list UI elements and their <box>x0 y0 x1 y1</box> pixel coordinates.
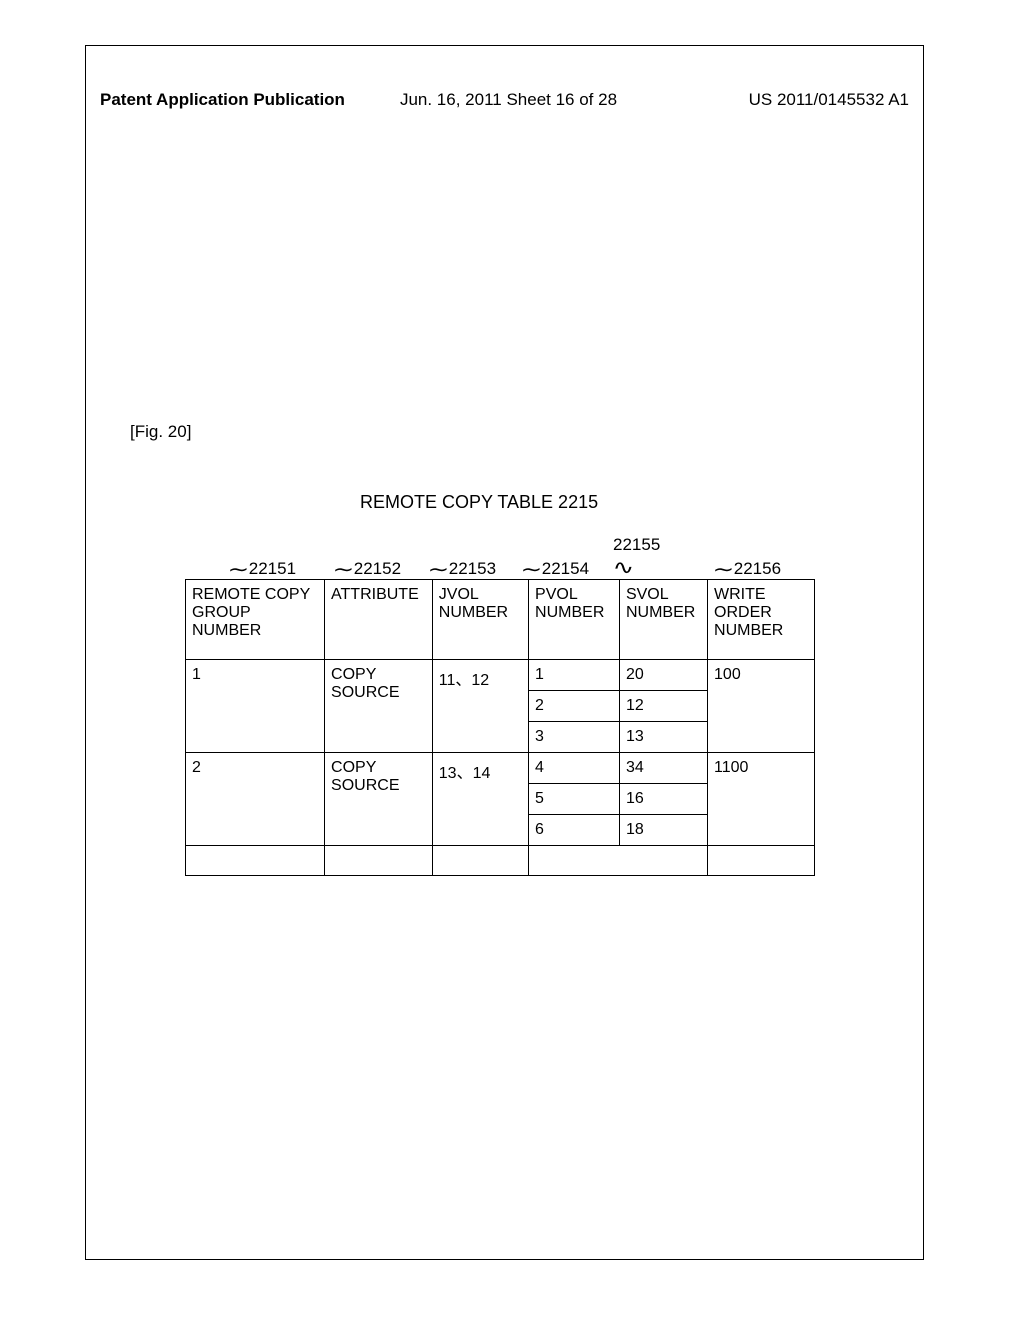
cell-jvol: 13、14 <box>432 753 528 846</box>
col-ref-1: ∼22151 <box>230 555 296 580</box>
cell-jvol: 11、12 <box>432 660 528 753</box>
cell-group: 1 <box>186 660 325 753</box>
header-publication: Patent Application Publication <box>100 90 345 110</box>
cell-svol: 34 <box>619 753 707 784</box>
cell-svol: 20 <box>619 660 707 691</box>
col-ref-5: 22155 <box>613 535 660 555</box>
cell-svol: 13 <box>619 722 707 753</box>
cell-attr: COPY SOURCE <box>325 660 433 753</box>
cell-pvol: 5 <box>529 784 620 815</box>
cell-pvol: 3 <box>529 722 620 753</box>
figure-label: [Fig. 20] <box>130 422 191 442</box>
table-row: 1 COPY SOURCE 11、12 1 20 100 <box>186 660 815 691</box>
cell-svol: 18 <box>619 815 707 846</box>
column-ref-labels: ∼22151 ∼22152 ∼22153 ∼22154 22155 ∿ ∼221… <box>185 555 815 577</box>
col-ref-4: ∼22154 <box>523 555 589 580</box>
table-header-row: REMOTE COPY GROUP NUMBER ATTRIBUTE JVOL … <box>186 580 815 660</box>
cell-empty <box>432 846 528 876</box>
col-ref-6: ∼22156 <box>715 555 781 580</box>
col-header-group: REMOTE COPY GROUP NUMBER <box>186 580 325 660</box>
cell-pvol: 6 <box>529 815 620 846</box>
col-header-jvol: JVOL NUMBER <box>432 580 528 660</box>
cell-svol: 12 <box>619 691 707 722</box>
col-ref-3: ∼22153 <box>430 555 496 580</box>
header-date-sheet: Jun. 16, 2011 Sheet 16 of 28 <box>400 90 617 110</box>
col-header-svol: SVOL NUMBER <box>619 580 707 660</box>
cell-won: 1100 <box>708 753 815 846</box>
cell-empty <box>708 846 815 876</box>
cell-empty <box>186 846 325 876</box>
header-pub-number: US 2011/0145532 A1 <box>749 90 909 110</box>
table-row: 2 COPY SOURCE 13、14 4 34 1100 <box>186 753 815 784</box>
cell-empty <box>325 846 433 876</box>
cell-svol: 16 <box>619 784 707 815</box>
cell-pvol: 1 <box>529 660 620 691</box>
col-ref-2: ∼22152 <box>335 555 401 580</box>
remote-copy-table: REMOTE COPY GROUP NUMBER ATTRIBUTE JVOL … <box>185 579 815 876</box>
col-header-attribute: ATTRIBUTE <box>325 580 433 660</box>
page-header: Patent Application Publication Jun. 16, … <box>100 90 909 110</box>
col-header-won: WRITE ORDER NUMBER <box>708 580 815 660</box>
cell-attr: COPY SOURCE <box>325 753 433 846</box>
cell-pvol: 4 <box>529 753 620 784</box>
cell-group: 2 <box>186 753 325 846</box>
table-title: REMOTE COPY TABLE 2215 <box>360 492 598 513</box>
cell-empty <box>529 846 708 876</box>
cell-pvol: 2 <box>529 691 620 722</box>
cell-won: 100 <box>708 660 815 753</box>
col-ref-5-tilde: ∿ <box>615 556 634 581</box>
col-header-pvol: PVOL NUMBER <box>529 580 620 660</box>
table-row-empty <box>186 846 815 876</box>
remote-copy-table-wrap: ∼22151 ∼22152 ∼22153 ∼22154 22155 ∿ ∼221… <box>185 555 815 876</box>
